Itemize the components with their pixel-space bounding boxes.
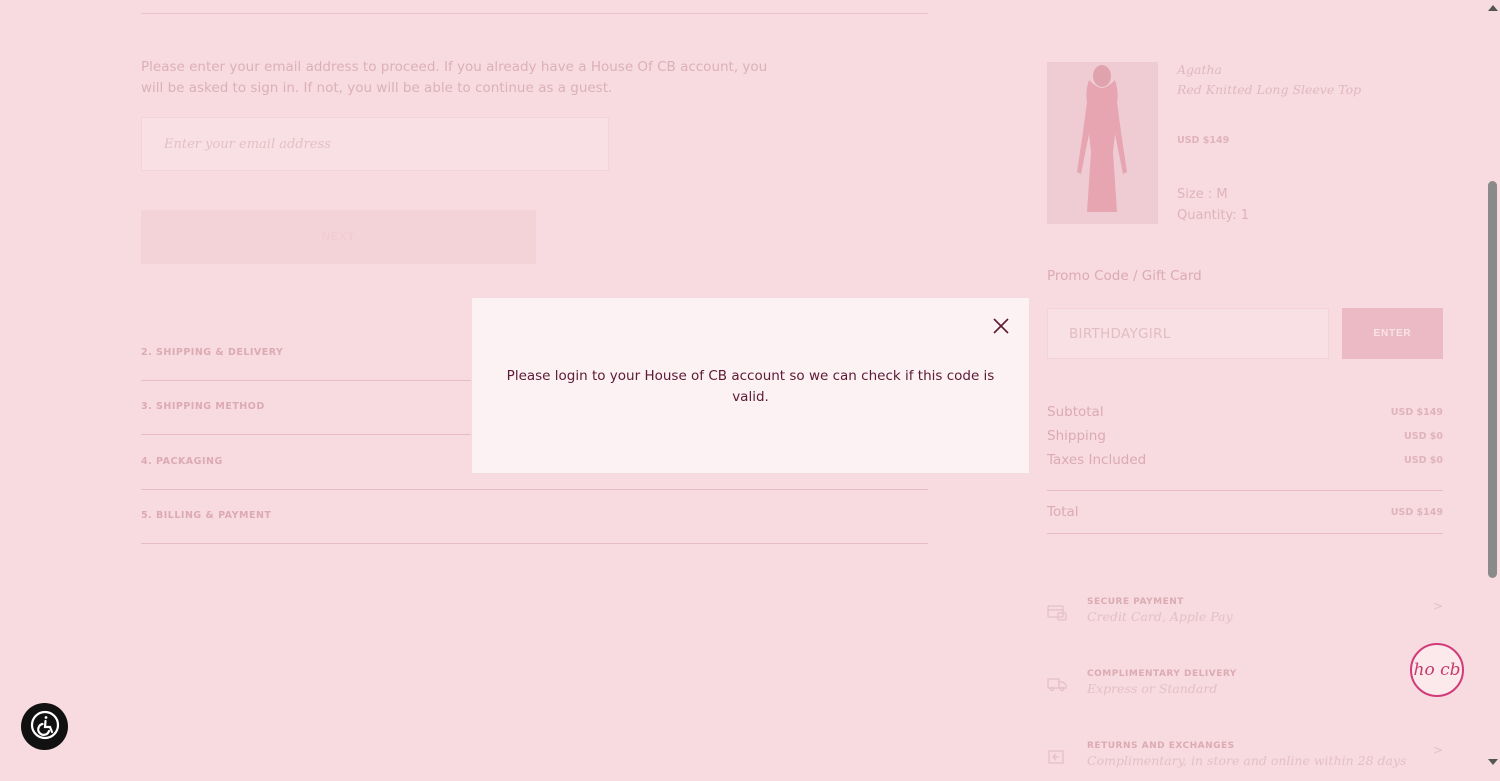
modal-message: Please login to your House of CB account… bbox=[506, 368, 995, 405]
summary-total: Total USD $149 bbox=[1047, 504, 1443, 520]
summary-label: Subtotal bbox=[1047, 404, 1104, 420]
total-value: USD $149 bbox=[1390, 506, 1443, 518]
summary-label: Shipping bbox=[1047, 428, 1106, 444]
product-name-line1: Agatha bbox=[1177, 62, 1223, 77]
step-billing-payment[interactable]: 5. BILLING & PAYMENT bbox=[141, 490, 928, 544]
summary-taxes: Taxes Included USD $0 bbox=[1047, 452, 1443, 468]
email-field[interactable] bbox=[141, 117, 609, 171]
summary-value: USD $149 bbox=[1390, 406, 1443, 418]
perk-subtitle: Express or Standard bbox=[1087, 681, 1218, 696]
step-label: 2. SHIPPING & DELIVERY bbox=[141, 347, 284, 358]
scroll-up-icon[interactable] bbox=[1488, 5, 1498, 11]
return-box-icon bbox=[1047, 747, 1067, 765]
accessibility-button[interactable] bbox=[21, 703, 68, 750]
summary-subtotal: Subtotal USD $149 bbox=[1047, 404, 1443, 420]
summary-shipping: Shipping USD $0 bbox=[1047, 428, 1443, 444]
page-scrollbar[interactable] bbox=[1485, 0, 1500, 770]
perk-returns-exchanges[interactable]: RETURNS AND EXCHANGES Complimentary, in … bbox=[1047, 741, 1443, 781]
chat-widget[interactable]: ho cb bbox=[1410, 643, 1464, 697]
close-icon[interactable] bbox=[991, 316, 1011, 336]
perk-title: RETURNS AND EXCHANGES bbox=[1087, 741, 1235, 751]
wheelchair-icon bbox=[30, 710, 60, 744]
summary-value: USD $0 bbox=[1404, 430, 1443, 442]
login-required-modal: Please login to your House of CB account… bbox=[472, 298, 1029, 473]
divider bbox=[141, 13, 928, 14]
product-quantity: Quantity: 1 bbox=[1177, 208, 1250, 223]
perk-secure-payment[interactable]: SECURE PAYMENT Credit Card, Apple Pay > bbox=[1047, 597, 1443, 637]
email-instructions: Please enter your email address to proce… bbox=[141, 59, 768, 96]
summary-label: Taxes Included bbox=[1047, 452, 1147, 468]
product-price: USD $149 bbox=[1177, 135, 1230, 146]
card-lock-icon bbox=[1047, 603, 1067, 621]
perk-subtitle: Complimentary, in store and online withi… bbox=[1087, 753, 1407, 768]
product-image[interactable] bbox=[1047, 62, 1158, 224]
chevron-right-icon: > bbox=[1432, 743, 1443, 757]
chevron-right-icon: > bbox=[1432, 599, 1443, 613]
truck-icon bbox=[1047, 675, 1067, 693]
promo-label: Promo Code / Gift Card bbox=[1047, 268, 1202, 284]
perk-title: COMPLIMENTARY DELIVERY bbox=[1087, 669, 1237, 679]
perk-subtitle: Credit Card, Apple Pay bbox=[1087, 609, 1233, 624]
promo-code-input[interactable]: BIRTHDAYGIRL bbox=[1047, 308, 1329, 359]
promo-enter-button[interactable]: ENTER bbox=[1342, 308, 1443, 359]
product-name-line2: Red Knitted Long Sleeve Top bbox=[1177, 82, 1362, 97]
step-label: 4. PACKAGING bbox=[141, 456, 223, 467]
email-input[interactable] bbox=[162, 135, 588, 153]
summary-value: USD $0 bbox=[1404, 454, 1443, 466]
divider bbox=[1047, 533, 1443, 534]
step-label: 3. SHIPPING METHOD bbox=[141, 401, 265, 412]
divider bbox=[1047, 490, 1443, 491]
next-button[interactable]: NEXT bbox=[141, 210, 536, 264]
product-details: Size : M Quantity: 1 bbox=[1177, 184, 1249, 226]
scroll-down-icon[interactable] bbox=[1488, 759, 1498, 765]
product-name[interactable]: Agatha Red Knitted Long Sleeve Top bbox=[1177, 60, 1361, 100]
step-label: 5. BILLING & PAYMENT bbox=[141, 510, 272, 521]
product-size: Size : M bbox=[1177, 187, 1228, 202]
perk-complimentary-delivery[interactable]: COMPLIMENTARY DELIVERY Express or Standa… bbox=[1047, 669, 1443, 709]
perk-title: SECURE PAYMENT bbox=[1087, 597, 1184, 607]
total-label: Total bbox=[1047, 504, 1079, 520]
scrollbar-thumb[interactable] bbox=[1488, 181, 1497, 578]
